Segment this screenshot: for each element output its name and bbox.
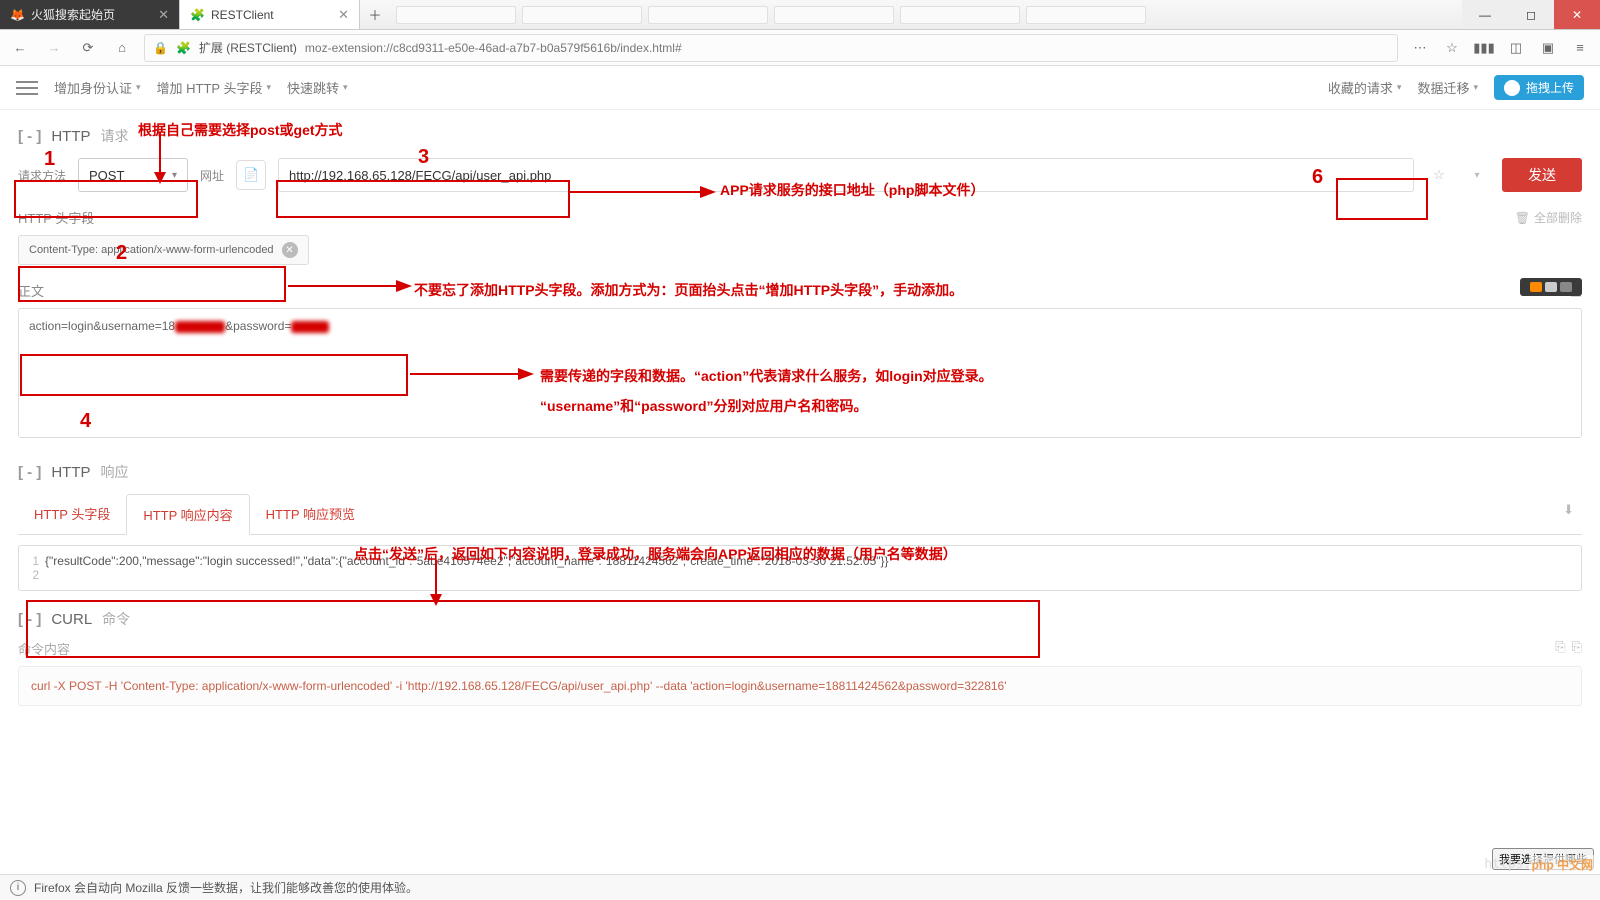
- chevron-down-icon: ▾: [172, 170, 177, 181]
- browser-tab-ghost[interactable]: [396, 6, 516, 24]
- menu-icon[interactable]: ≡: [1568, 36, 1592, 60]
- toolbar-migrate[interactable]: 数据迁移▾: [1417, 78, 1478, 97]
- redacted-text: [175, 321, 225, 333]
- browser-tab-ghost[interactable]: [522, 6, 642, 24]
- minimize-button[interactable]: ―: [1462, 0, 1508, 29]
- bookmark-icon[interactable]: ☆: [1440, 36, 1464, 60]
- window-close-button[interactable]: ✕: [1554, 0, 1600, 29]
- more-icon[interactable]: ⋯: [1408, 36, 1432, 60]
- address-bar[interactable]: 🔒 🧩 扩展 (RESTClient) moz-extension://c8cd…: [144, 34, 1398, 62]
- curl-section-header: [ - ] CURL 命令: [18, 609, 1582, 629]
- browser-navbar: ← → ⟳ ⌂ 🔒 🧩 扩展 (RESTClient) moz-extensio…: [0, 30, 1600, 66]
- browser-tab-2[interactable]: 🧩 RESTClient ✕: [180, 0, 360, 29]
- collapse-icon[interactable]: [ - ]: [18, 128, 41, 145]
- status-text: Firefox 会自动向 Mozilla 反馈一些数据，让我们能够改善您的使用体…: [34, 879, 418, 896]
- app-toolbar: 增加身份认证▾ 增加 HTTP 头字段▾ 快速跳转▾ 收藏的请求▾ 数据迁移▾ …: [0, 66, 1600, 110]
- redacted-text: [291, 321, 329, 333]
- url-label: 网址: [200, 167, 224, 184]
- header-chip-text: Content-Type: application/x-www-form-url…: [29, 244, 274, 256]
- tab-response-headers[interactable]: HTTP 头字段: [18, 494, 126, 534]
- download-icon[interactable]: ⬇: [1563, 502, 1574, 526]
- response-line: {"resultCode":200,"message":"login succe…: [45, 554, 889, 568]
- sidebar-icon[interactable]: ◫: [1504, 36, 1528, 60]
- tab-title: 火狐搜索起始页: [31, 6, 115, 23]
- maximize-button[interactable]: ◻: [1508, 0, 1554, 29]
- puzzle-icon: 🧩: [176, 41, 191, 55]
- overflow-tabs: [390, 0, 1152, 29]
- close-icon[interactable]: ✕: [338, 7, 349, 23]
- screenshot-icon[interactable]: ▣: [1536, 36, 1560, 60]
- back-button[interactable]: ←: [8, 36, 32, 60]
- window-controls: ― ◻ ✕: [1462, 0, 1600, 29]
- response-tabs: HTTP 头字段 HTTP 响应内容 HTTP 响应预览 ⬇: [18, 494, 1582, 535]
- send-button[interactable]: 发送: [1502, 158, 1582, 192]
- copy-icon[interactable]: ⎘: [1572, 639, 1582, 658]
- browser-tabs: 🦊 火狐搜索起始页 ✕ 🧩 RESTClient ✕ ＋: [0, 0, 1462, 29]
- toolbar-auth[interactable]: 增加身份认证▾: [54, 78, 141, 97]
- browser-tab-ghost[interactable]: [648, 6, 768, 24]
- body-input[interactable]: action=login&username=18&password=: [18, 308, 1582, 438]
- history-dropdown-icon[interactable]: ▾: [1464, 162, 1490, 188]
- headers-title: HTTP 头字段: [18, 208, 94, 227]
- browser-tab-ghost[interactable]: [1026, 6, 1146, 24]
- toolbar-fav[interactable]: 收藏的请求▾: [1328, 78, 1402, 97]
- collapse-icon[interactable]: [ - ]: [18, 611, 41, 628]
- request-section-header: [ - ] HTTP 请求: [18, 126, 1582, 146]
- brand-stamp: php 中文网: [1529, 855, 1596, 874]
- new-tab-button[interactable]: ＋: [360, 0, 390, 29]
- window-titlebar: 🦊 火狐搜索起始页 ✕ 🧩 RESTClient ✕ ＋ ― ◻ ✕: [0, 0, 1600, 30]
- method-value: POST: [89, 168, 124, 183]
- cloud-icon: [1504, 80, 1520, 96]
- curl-command: curl -X POST -H 'Content-Type: applicati…: [18, 666, 1582, 706]
- favorite-icon[interactable]: ☆: [1426, 162, 1452, 188]
- collapse-icon[interactable]: [ - ]: [18, 464, 41, 481]
- address-label: 扩展 (RESTClient): [199, 39, 297, 56]
- method-label: 请求方法: [18, 167, 66, 184]
- shield-icon: 🔒: [153, 41, 168, 55]
- trash-icon: 🗑: [1515, 211, 1530, 225]
- reload-button[interactable]: ⟳: [76, 36, 100, 60]
- url-input[interactable]: http://192.168.65.128/FECG/api/user_api.…: [278, 158, 1414, 192]
- extension-icon: 🧩: [190, 8, 205, 22]
- method-select[interactable]: POST ▾: [78, 158, 188, 192]
- body-label: 正文: [18, 281, 44, 300]
- tab-title: RESTClient: [211, 8, 274, 22]
- response-body: 12 {"resultCode":200,"message":"login su…: [18, 545, 1582, 591]
- response-section-header: [ - ] HTTP 响应: [18, 462, 1582, 482]
- tab-response-preview[interactable]: HTTP 响应预览: [250, 494, 371, 534]
- info-icon: i: [10, 880, 26, 896]
- close-icon[interactable]: ✕: [158, 7, 169, 23]
- copy-icon[interactable]: ⎘: [1555, 639, 1565, 658]
- ime-widget[interactable]: [1520, 278, 1582, 296]
- browser-tab-1[interactable]: 🦊 火狐搜索起始页 ✕: [0, 0, 180, 29]
- curl-label: 命令内容: [18, 639, 70, 658]
- browser-tab-ghost[interactable]: [774, 6, 894, 24]
- clear-all-headers[interactable]: 🗑全部删除: [1515, 209, 1582, 226]
- status-bar: i Firefox 会自动向 Mozilla 反馈一些数据，让我们能够改善您的使…: [0, 874, 1600, 900]
- toolbar-headers[interactable]: 增加 HTTP 头字段▾: [157, 78, 271, 97]
- firefox-icon: 🦊: [10, 8, 25, 22]
- header-chip[interactable]: Content-Type: application/x-www-form-url…: [18, 235, 309, 265]
- upload-button[interactable]: 拖拽上传: [1494, 75, 1584, 100]
- hamburger-menu[interactable]: [16, 81, 38, 95]
- remove-header-icon[interactable]: ✕: [282, 242, 298, 258]
- browser-tab-ghost[interactable]: [900, 6, 1020, 24]
- paste-url-icon[interactable]: 📄: [236, 160, 266, 190]
- home-button[interactable]: ⌂: [110, 36, 134, 60]
- forward-button[interactable]: →: [42, 36, 66, 60]
- library-icon[interactable]: ▮▮▮: [1472, 36, 1496, 60]
- address-url: moz-extension://c8cd9311-e50e-46ad-a7b7-…: [305, 41, 682, 55]
- line-number: 12: [27, 554, 39, 582]
- toolbar-quick[interactable]: 快速跳转▾: [287, 78, 348, 97]
- tab-response-body[interactable]: HTTP 响应内容: [126, 494, 249, 535]
